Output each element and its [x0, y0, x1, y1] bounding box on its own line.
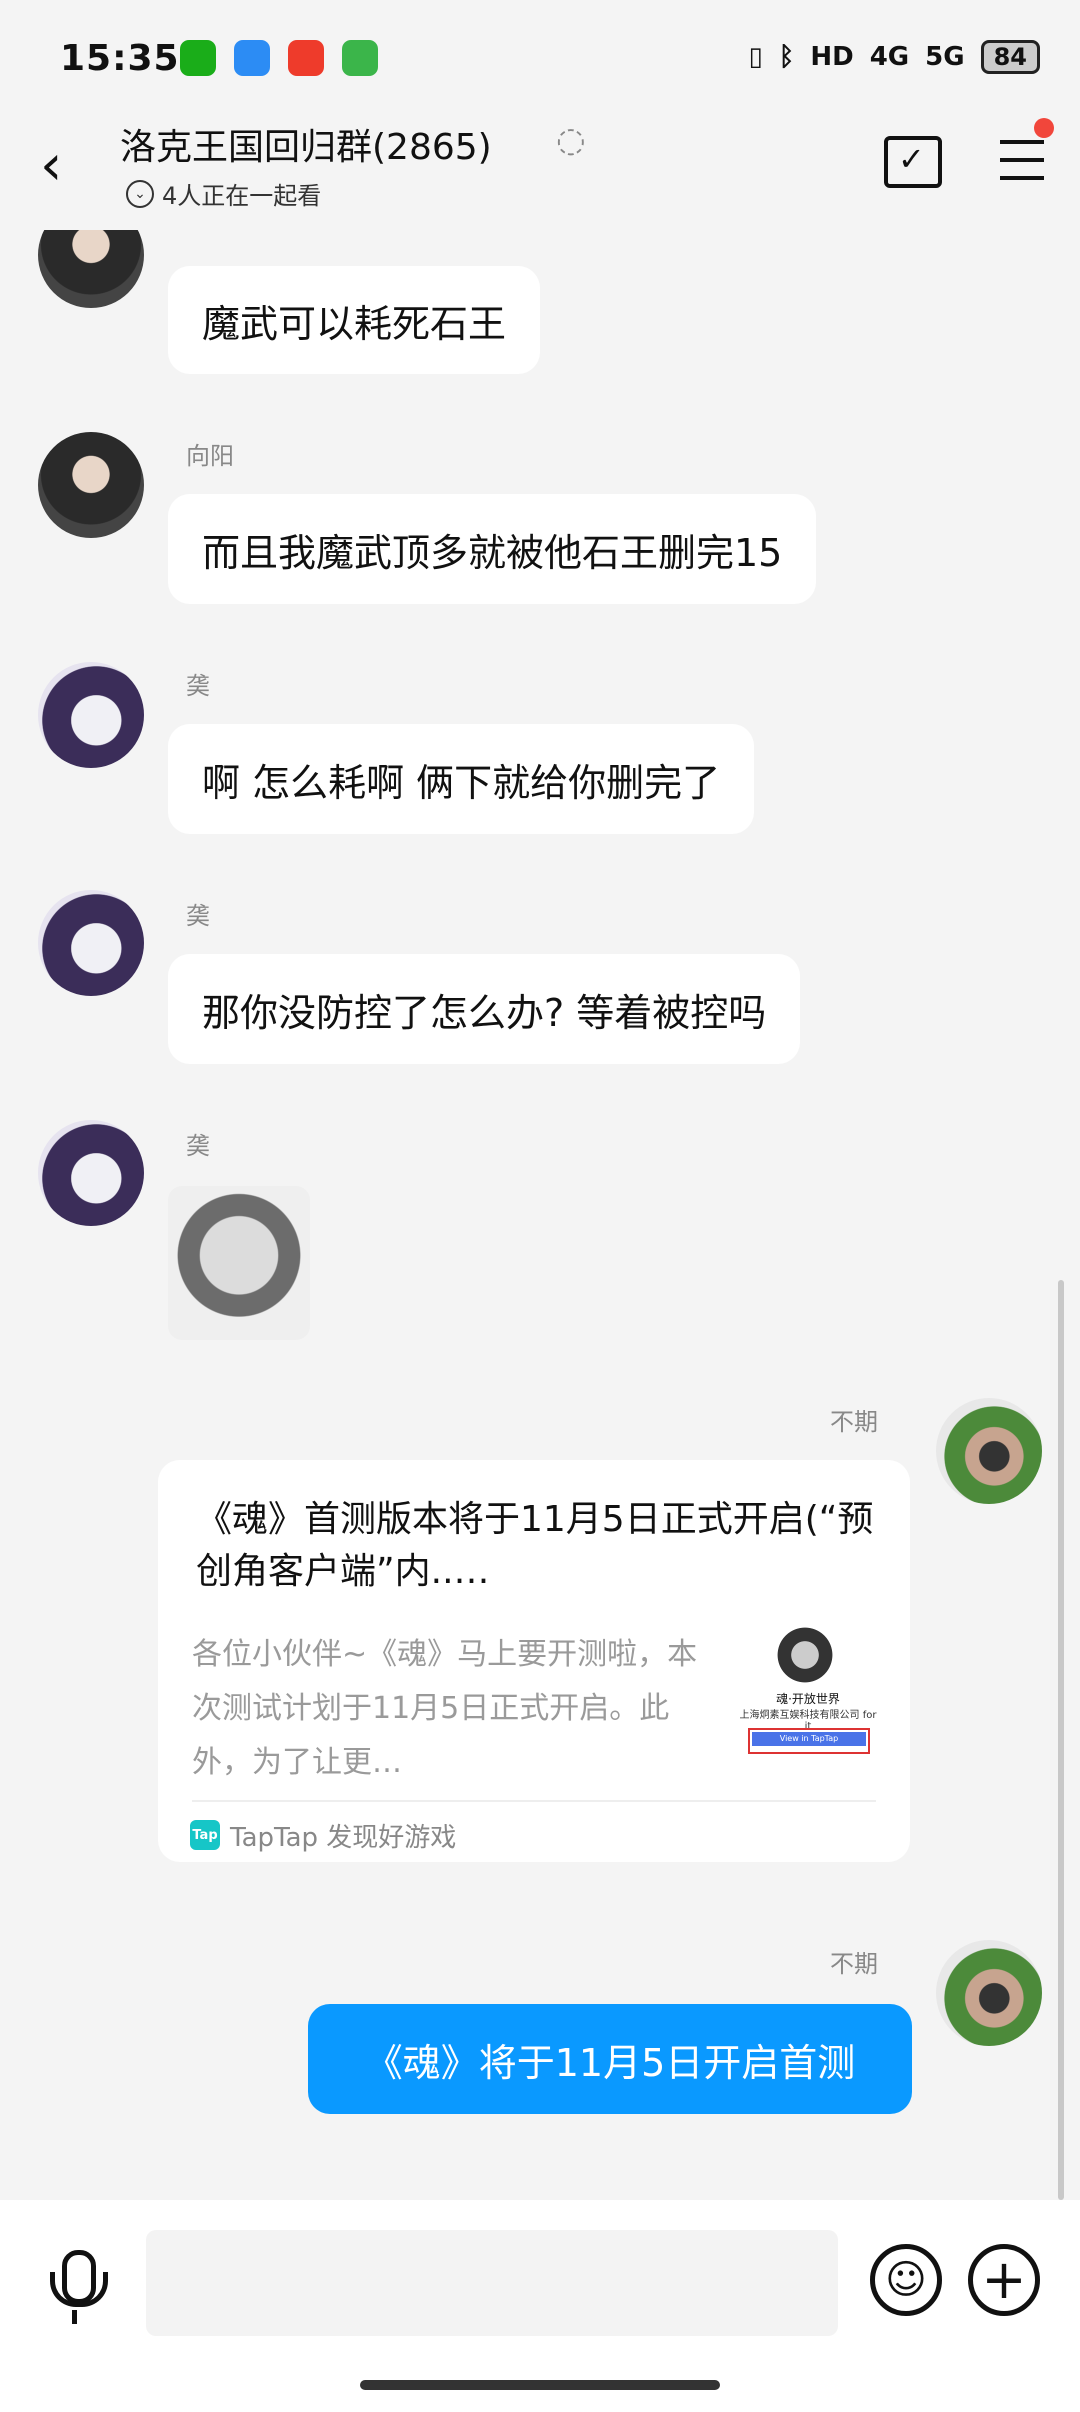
ear-icon[interactable]: ◌ — [556, 120, 586, 160]
notification-dot — [1034, 118, 1054, 138]
sender-name: 向阳 — [186, 442, 234, 470]
card-title: 《魂》首测版本将于11月5日正式开启(“预创角客户端”内..… — [196, 1499, 874, 1592]
clock: 15:35 — [60, 38, 180, 79]
own-message-bubble[interactable]: 《魂》将于11月5日开启首测 — [308, 2004, 912, 2114]
home-indicator[interactable] — [360, 2380, 720, 2390]
chevron-down-icon: ⌄ — [126, 179, 154, 208]
emoji-icon[interactable]: ☺ — [870, 2244, 942, 2316]
sender-name: 不期 — [830, 1950, 878, 1978]
notification-icons — [180, 40, 378, 76]
message-bubble[interactable]: 啊 怎么耗啊 俩下就给你删完了 — [168, 724, 755, 834]
signal-5g-icon: 5G — [925, 42, 965, 72]
message-bubble[interactable]: 而且我魔武顶多就被他石王删完15 — [168, 494, 817, 604]
avatar[interactable] — [38, 1120, 144, 1226]
status-bar: 15:35 ▯ ᛒ HD 4G 5G 84 — [0, 0, 1080, 120]
card-divider — [192, 1800, 876, 1802]
message-bubble[interactable]: 魔武可以耗死石王 — [168, 266, 541, 374]
system-icons: ▯ ᛒ HD 4G 5G 84 — [748, 40, 1040, 74]
sender-name: 䶮 — [186, 672, 210, 700]
hd-icon: HD — [810, 42, 854, 72]
avatar[interactable] — [38, 662, 144, 768]
back-button[interactable]: ‹ — [40, 138, 62, 194]
avatar[interactable] — [38, 230, 144, 308]
menu-icon[interactable] — [1000, 140, 1044, 180]
video-play-icon — [342, 40, 378, 76]
avatar[interactable] — [936, 1940, 1042, 2046]
vibrate-icon: ▯ — [748, 42, 763, 72]
card-source: Tap TapTap 发现好游戏 — [190, 1810, 456, 1860]
card-description: 各位小伙伴~《魂》马上要开测啦，本次测试计划于11月5日正式开启。此外，为了让更… — [192, 1637, 698, 1780]
chat-header: ‹ 洛克王国回归群(2865) ◌ ⌄ 4人正在一起看 — [0, 110, 1080, 230]
bluetooth-icon: ᛒ — [778, 42, 795, 72]
battery-icon: 84 — [980, 40, 1040, 74]
thumb-button: View in TapTap — [748, 1728, 870, 1754]
microphone-icon[interactable] — [46, 2250, 108, 2330]
message-bubble[interactable]: 那你没防控了怎么办? 等着被控吗 — [168, 954, 801, 1064]
taptap-icon: Tap — [190, 1820, 220, 1850]
plus-icon[interactable]: + — [968, 2244, 1040, 2316]
shared-link-card[interactable]: 《魂》首测版本将于11月5日正式开启(“预创角客户端”内..… 各位小伙伴~《魂… — [158, 1460, 910, 1862]
sender-name: 䶮 — [186, 1132, 210, 1160]
chat-messages[interactable]: 魔武可以耗死石王 向阳 而且我魔武顶多就被他石王删完15 䶮 啊 怎么耗啊 俩下… — [0, 230, 1080, 2200]
game-logo-icon — [772, 1624, 838, 1686]
calendar-check-icon[interactable] — [884, 136, 942, 188]
taobao-icon — [288, 40, 324, 76]
group-title[interactable]: 洛克王国回归群(2865) — [120, 118, 492, 170]
watching-text: 4人正在一起看 — [162, 182, 322, 210]
avatar[interactable] — [936, 1398, 1042, 1504]
avatar[interactable] — [38, 432, 144, 538]
husky-sticker[interactable] — [168, 1186, 310, 1340]
wechat-icon — [180, 40, 216, 76]
avatar[interactable] — [38, 890, 144, 996]
card-thumbnail: 魂·开放世界 上海炯素互娱科技有限公司 for it View in TapTa… — [738, 1624, 878, 1754]
sender-name: 䶮 — [186, 902, 210, 930]
signal-4g-icon: 4G — [869, 42, 910, 72]
sender-name: 不期 — [830, 1408, 878, 1436]
card-source-label: TapTap 发现好游戏 — [230, 1822, 457, 1853]
thumb-title: 魂·开放世界 — [776, 1692, 840, 1706]
scrollbar[interactable] — [1058, 1280, 1064, 2200]
message-input[interactable] — [146, 2230, 838, 2336]
watching-indicator[interactable]: ⌄ 4人正在一起看 — [126, 176, 321, 211]
qq-browser-icon — [234, 40, 270, 76]
